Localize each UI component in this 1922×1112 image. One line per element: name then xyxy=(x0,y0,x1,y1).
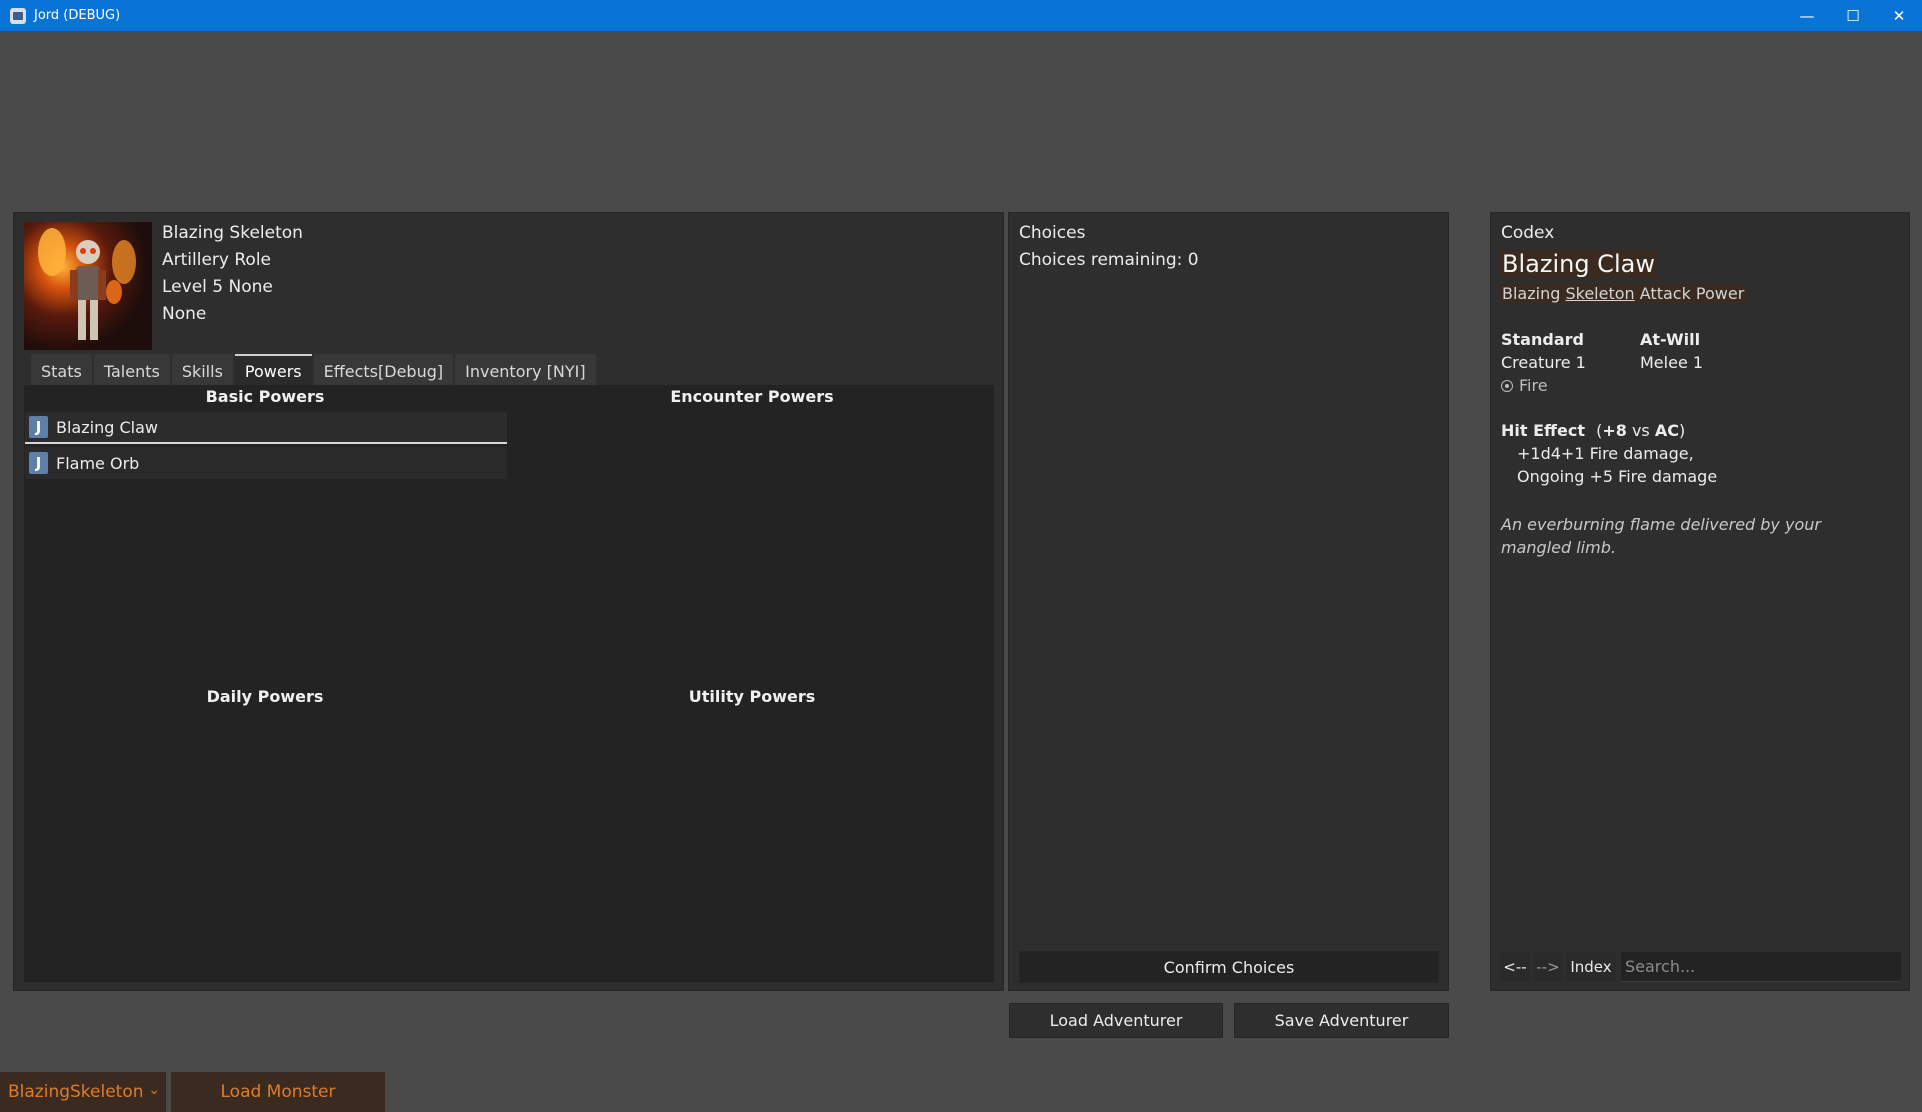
codex-hit-damage: +1d4+1 Fire damage, xyxy=(1517,444,1694,463)
app-icon xyxy=(10,7,26,24)
power-name: Blazing Claw xyxy=(56,417,158,437)
codex-hit-line: Hit Effect (+8 vs AC) xyxy=(1501,421,1686,440)
codex-index-button[interactable]: Index xyxy=(1566,952,1616,982)
fire-icon xyxy=(1501,380,1513,392)
character-level: Level 5 None xyxy=(162,277,273,297)
power-name: Flame Orb xyxy=(56,453,140,473)
character-extra: None xyxy=(162,304,207,324)
codex-keyword: Fire xyxy=(1501,376,1548,395)
tab-inventory[interactable]: Inventory [NYI] xyxy=(455,354,596,385)
chevron-down-icon: ⌄ xyxy=(148,1082,160,1098)
character-portrait xyxy=(24,222,152,350)
character-role: Artillery Role xyxy=(162,250,271,270)
tab-stats[interactable]: Stats xyxy=(31,354,92,385)
codex-action-type: Standard xyxy=(1501,330,1584,349)
hit-effect-label: Hit Effect xyxy=(1501,421,1585,440)
confirm-choices-button[interactable]: Confirm Choices xyxy=(1019,951,1439,983)
codex-panel xyxy=(1490,212,1910,991)
tab-talents[interactable]: Talents xyxy=(93,354,170,385)
monster-select[interactable]: BlazingSkeleton ⌄ xyxy=(0,1072,166,1112)
window-controls: — ☐ ✕ xyxy=(1784,0,1922,31)
codex-search-input[interactable] xyxy=(1621,952,1901,982)
codex-subtitle: Blazing Skeleton Attack Power xyxy=(1500,284,1747,303)
encounter-powers-title: Encounter Powers xyxy=(670,387,834,406)
monster-select-value: BlazingSkeleton xyxy=(8,1082,144,1102)
tab-effects[interactable]: Effects[Debug] xyxy=(313,354,454,385)
tab-powers[interactable]: Powers xyxy=(234,354,312,385)
utility-powers-title: Utility Powers xyxy=(688,687,816,706)
codex-target: Creature 1 xyxy=(1501,353,1586,372)
character-name: Blazing Skeleton xyxy=(162,223,303,243)
tab-skills[interactable]: Skills xyxy=(171,354,233,385)
codex-skeleton-link[interactable]: Skeleton xyxy=(1565,284,1634,303)
basic-powers-title: Basic Powers xyxy=(205,387,325,406)
minimize-icon[interactable]: — xyxy=(1784,0,1830,31)
codex-back-button[interactable]: <-- xyxy=(1500,952,1530,982)
codex-usage: At-Will xyxy=(1640,330,1701,349)
choices-title: Choices xyxy=(1019,223,1086,243)
load-monster-button[interactable]: Load Monster xyxy=(171,1072,385,1112)
codex-range: Melee 1 xyxy=(1640,353,1704,372)
power-item-blazing-claw[interactable]: J Blazing Claw xyxy=(25,412,507,444)
codex-title: Codex xyxy=(1501,223,1555,243)
close-icon[interactable]: ✕ xyxy=(1876,0,1922,31)
title-bar: Jord (DEBUG) — ☐ ✕ xyxy=(0,0,1922,31)
window-title: Jord (DEBUG) xyxy=(34,8,121,23)
power-icon: J xyxy=(29,452,48,474)
daily-powers-title: Daily Powers xyxy=(206,687,324,706)
power-icon: J xyxy=(29,416,48,438)
load-adventurer-button[interactable]: Load Adventurer xyxy=(1009,1003,1223,1038)
codex-hit-ongoing: Ongoing +5 Fire damage xyxy=(1517,467,1718,486)
codex-forward-button[interactable]: --> xyxy=(1533,952,1563,982)
power-item-flame-orb[interactable]: J Flame Orb xyxy=(25,447,507,479)
codex-power-name: Blazing Claw xyxy=(1500,250,1657,278)
character-tabs: Stats Talents Skills Powers Effects[Debu… xyxy=(31,354,598,385)
choices-panel xyxy=(1008,212,1449,991)
choices-remaining: Choices remaining: 0 xyxy=(1019,250,1199,270)
save-adventurer-button[interactable]: Save Adventurer xyxy=(1234,1003,1449,1038)
maximize-icon[interactable]: ☐ xyxy=(1830,0,1876,31)
codex-flavor-text: An everburning flame delivered by your m… xyxy=(1501,515,1821,557)
